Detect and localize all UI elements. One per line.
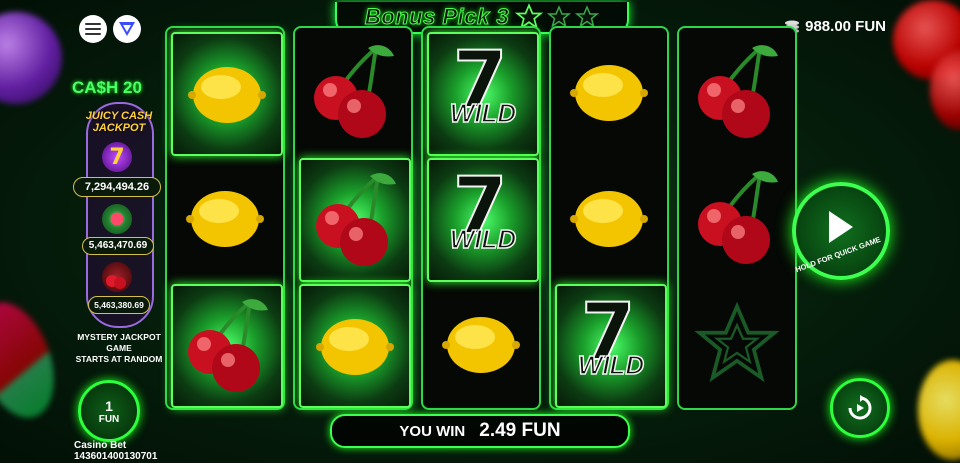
jackpot-value-1: 7,294,494.26 <box>73 177 161 197</box>
reel-2-symbol-cherry <box>299 158 411 282</box>
reel-4-symbol-lemon <box>555 158 663 278</box>
reel-3-symbol-lemon <box>427 284 535 404</box>
mystery-line1: MYSTERY JACKPOT GAME <box>77 332 161 353</box>
reel-5-symbol-cherry <box>683 32 791 152</box>
reel-3-symbol-wild: 7 WILD <box>427 32 539 156</box>
reel-5 <box>677 26 797 410</box>
reel-2 <box>293 26 413 410</box>
decor-watermelon <box>0 291 69 429</box>
cherry-icon <box>102 262 132 292</box>
reel-4-symbol-lemon <box>555 32 663 152</box>
reel-5-symbol-cherry <box>683 158 791 278</box>
win-display: YOU WIN 2.49 FUN <box>330 414 630 448</box>
win-label: YOU WIN <box>399 422 466 440</box>
autoplay-button[interactable] <box>830 378 890 438</box>
decor-plum <box>0 12 62 104</box>
casino-bet-info: Casino Bet 143601400130701 <box>74 440 157 462</box>
jackpot-title-line2: JACKPOT <box>92 122 146 134</box>
watermelon-icon <box>102 204 132 234</box>
win-amount: 2.49 FUN <box>479 420 561 441</box>
reel-2-symbol-lemon <box>299 284 411 408</box>
game-logo: CA$H 20 <box>72 78 142 97</box>
jackpot-value-3: 5,463,380.69 <box>88 296 150 314</box>
mystery-line2: STARTS AT RANDOM <box>75 354 163 364</box>
brand-button[interactable] <box>113 15 141 43</box>
jackpot-title: JUICY CASH JACKPOT <box>74 110 164 134</box>
autoplay-icon <box>848 395 872 420</box>
reel-1-symbol-lemon <box>171 158 279 278</box>
bet-button[interactable]: 1 FUN <box>78 380 140 442</box>
hamburger-icon <box>85 23 101 35</box>
bet-value: 1 <box>105 397 113 414</box>
decor-lemon <box>918 360 960 460</box>
brand-logo-icon <box>119 22 135 36</box>
reel-3: 7 WILD 7 WILD <box>421 26 541 410</box>
jackpot-title-line1: JUICY CASH <box>85 110 153 122</box>
jackpot-value-2: 5,463,470.69 <box>82 237 154 255</box>
jackpot-seven-glyph: 7 <box>109 144 125 170</box>
bet-currency: FUN <box>98 413 120 425</box>
seven-icon: 7 <box>102 142 132 172</box>
reel-4: 7 WILD <box>549 26 669 410</box>
balance-value: 988.00 FUN <box>805 18 886 35</box>
reel-1-symbol-cherry <box>171 284 283 408</box>
casino-bet-id: 143601400130701 <box>74 451 158 462</box>
reel-grid: 7 WILD 7 WILD 7 WILD <box>165 26 801 412</box>
menu-button[interactable] <box>79 15 107 43</box>
casino-bet-label: Casino Bet <box>74 440 127 451</box>
reel-1 <box>165 26 285 410</box>
mystery-jackpot-note: MYSTERY JACKPOT GAME STARTS AT RANDOM <box>64 332 174 365</box>
reel-3-symbol-wild: 7 WILD <box>427 158 539 282</box>
reel-2-symbol-cherry <box>299 32 407 152</box>
reel-4-symbol-wild: 7 WILD <box>555 284 667 408</box>
reel-5-symbol-star <box>683 284 791 404</box>
reel-1-symbol-lemon <box>171 32 283 156</box>
